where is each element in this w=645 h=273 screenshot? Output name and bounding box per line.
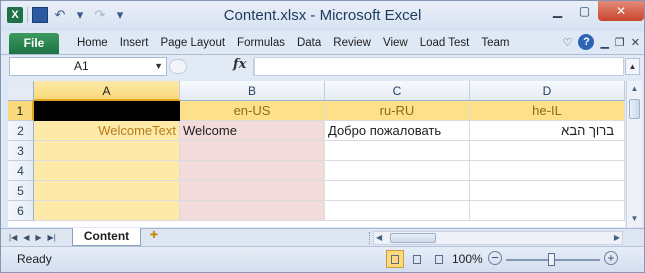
tab-load-test[interactable]: Load Test [414, 31, 476, 55]
vertical-scroll-thumb[interactable] [629, 99, 640, 119]
zoom-slider-thumb[interactable] [548, 253, 555, 266]
ribbon-right-controls: ♡ ? ▁ ❐ ✕ [563, 34, 640, 50]
file-tab[interactable]: File [9, 33, 59, 54]
expand-formula-bar-icon[interactable]: ▲ [625, 58, 640, 75]
tab-review[interactable]: Review [327, 31, 377, 55]
cell-c5[interactable] [325, 181, 470, 201]
horizontal-scrollbar[interactable]: ◀ ▶ [373, 231, 623, 245]
scroll-down-icon[interactable]: ▼ [627, 211, 642, 227]
status-ready: Ready [17, 252, 52, 266]
cell-d6[interactable] [470, 201, 625, 221]
page-layout-view-icon[interactable] [408, 250, 426, 268]
select-all-corner[interactable] [8, 81, 34, 101]
tab-formulas[interactable]: Formulas [231, 31, 291, 55]
cell-a6[interactable] [34, 201, 180, 221]
cell-a4[interactable] [34, 161, 180, 181]
cell-a2[interactable]: WelcomeText [34, 121, 180, 141]
page-break-view-icon[interactable] [430, 250, 448, 268]
tab-data[interactable]: Data [291, 31, 327, 55]
zoom-in-icon[interactable]: + [604, 251, 618, 265]
cell-a3[interactable] [34, 141, 180, 161]
formula-bar-splitter[interactable] [169, 59, 187, 74]
row-header-6[interactable]: 6 [8, 201, 34, 221]
tab-page-layout[interactable]: Page Layout [154, 31, 231, 55]
ribbon-tabs: File Home Insert Page Layout Formulas Da… [1, 31, 644, 55]
cell-c3[interactable] [325, 141, 470, 161]
ribbon-tab-list: Home Insert Page Layout Formulas Data Re… [71, 31, 516, 55]
zoom-out-icon[interactable]: − [488, 251, 502, 265]
column-header-a[interactable]: A [34, 81, 180, 101]
cell-b6[interactable] [180, 201, 325, 221]
sheet-tab-bar: |◀ ◀ ▶ ▶| Content ✚ ◀ ▶ [1, 228, 644, 246]
status-bar: Ready 100% − + [1, 246, 644, 272]
cell-b3[interactable] [180, 141, 325, 161]
name-box-value: A1 [74, 59, 89, 73]
spreadsheet-grid: A B C D 1 2 3 4 5 6 en-US ru-RU he-IL We… [8, 81, 625, 227]
formula-input[interactable] [254, 57, 624, 76]
sheet-nav-buttons: |◀ ◀ ▶ ▶| [9, 231, 56, 245]
prev-sheet-icon[interactable]: ◀ [23, 231, 29, 245]
tab-view[interactable]: View [377, 31, 414, 55]
last-sheet-icon[interactable]: ▶| [48, 231, 56, 245]
cell-b5[interactable] [180, 181, 325, 201]
cell-c2[interactable]: Добро пожаловать [325, 121, 470, 141]
maximize-icon[interactable]: ▢ [571, 1, 598, 21]
cell-d5[interactable] [470, 181, 625, 201]
column-header-b[interactable]: B [180, 81, 325, 101]
zoom-level[interactable]: 100% [452, 252, 483, 266]
formula-bar: A1 ▼ fx ▲ [1, 56, 644, 78]
insert-function-icon[interactable]: fx [233, 57, 246, 72]
name-box[interactable]: A1 ▼ [9, 57, 167, 76]
window-controls: ▁ ▢ ✕ [544, 1, 644, 21]
doc-close-icon[interactable]: ✕ [631, 36, 640, 49]
chevron-down-icon[interactable]: ▼ [154, 58, 163, 75]
next-sheet-icon[interactable]: ▶ [35, 231, 41, 245]
insert-sheet-icon[interactable]: ✚ [145, 230, 163, 244]
row-header-3[interactable]: 3 [8, 141, 34, 161]
row-header-4[interactable]: 4 [8, 161, 34, 181]
vertical-scrollbar[interactable]: ▲ ▼ [626, 81, 642, 227]
tab-insert[interactable]: Insert [114, 31, 155, 55]
column-header-c[interactable]: C [325, 81, 470, 101]
normal-view-icon[interactable] [386, 250, 404, 268]
tab-split-handle[interactable] [369, 232, 372, 244]
first-sheet-icon[interactable]: |◀ [9, 231, 17, 245]
cell-b1[interactable]: en-US [180, 101, 325, 121]
scroll-left-icon[interactable]: ◀ [376, 232, 382, 244]
tab-home[interactable]: Home [71, 31, 114, 55]
sheet-tab-content[interactable]: Content [72, 228, 141, 246]
cell-c1[interactable]: ru-RU [325, 101, 470, 121]
help-icon[interactable]: ? [578, 34, 595, 50]
horizontal-scroll-thumb[interactable] [390, 233, 436, 243]
row-header-2[interactable]: 2 [8, 121, 34, 141]
cell-b4[interactable] [180, 161, 325, 181]
doc-restore-icon[interactable]: ❐ [615, 36, 625, 49]
excel-window: X ↶ ▾ ↷ ▾ Content.xlsx - Microsoft Excel… [0, 0, 645, 273]
view-buttons [386, 250, 448, 268]
row-header-5[interactable]: 5 [8, 181, 34, 201]
column-header-d[interactable]: D [470, 81, 625, 101]
doc-minimize-icon[interactable]: ▁ [600, 36, 608, 49]
cell-c4[interactable] [325, 161, 470, 181]
cell-d3[interactable] [470, 141, 625, 161]
cell-a1[interactable] [34, 101, 180, 121]
tab-team[interactable]: Team [475, 31, 515, 55]
scroll-right-icon[interactable]: ▶ [614, 232, 620, 244]
minimize-icon[interactable]: ▁ [544, 1, 571, 21]
scroll-up-icon[interactable]: ▲ [627, 81, 642, 97]
cell-a5[interactable] [34, 181, 180, 201]
cell-b2[interactable]: Welcome [180, 121, 325, 141]
row-header-1[interactable]: 1 [8, 101, 34, 121]
close-icon[interactable]: ✕ [598, 1, 644, 21]
ribbon-collapse-icon[interactable]: ♡ [563, 36, 573, 49]
title-bar: X ↶ ▾ ↷ ▾ Content.xlsx - Microsoft Excel… [1, 1, 644, 31]
cell-d2[interactable]: ברוך הבא [470, 121, 625, 141]
cell-d1[interactable]: he-IL [470, 101, 625, 121]
cell-c6[interactable] [325, 201, 470, 221]
cell-d4[interactable] [470, 161, 625, 181]
